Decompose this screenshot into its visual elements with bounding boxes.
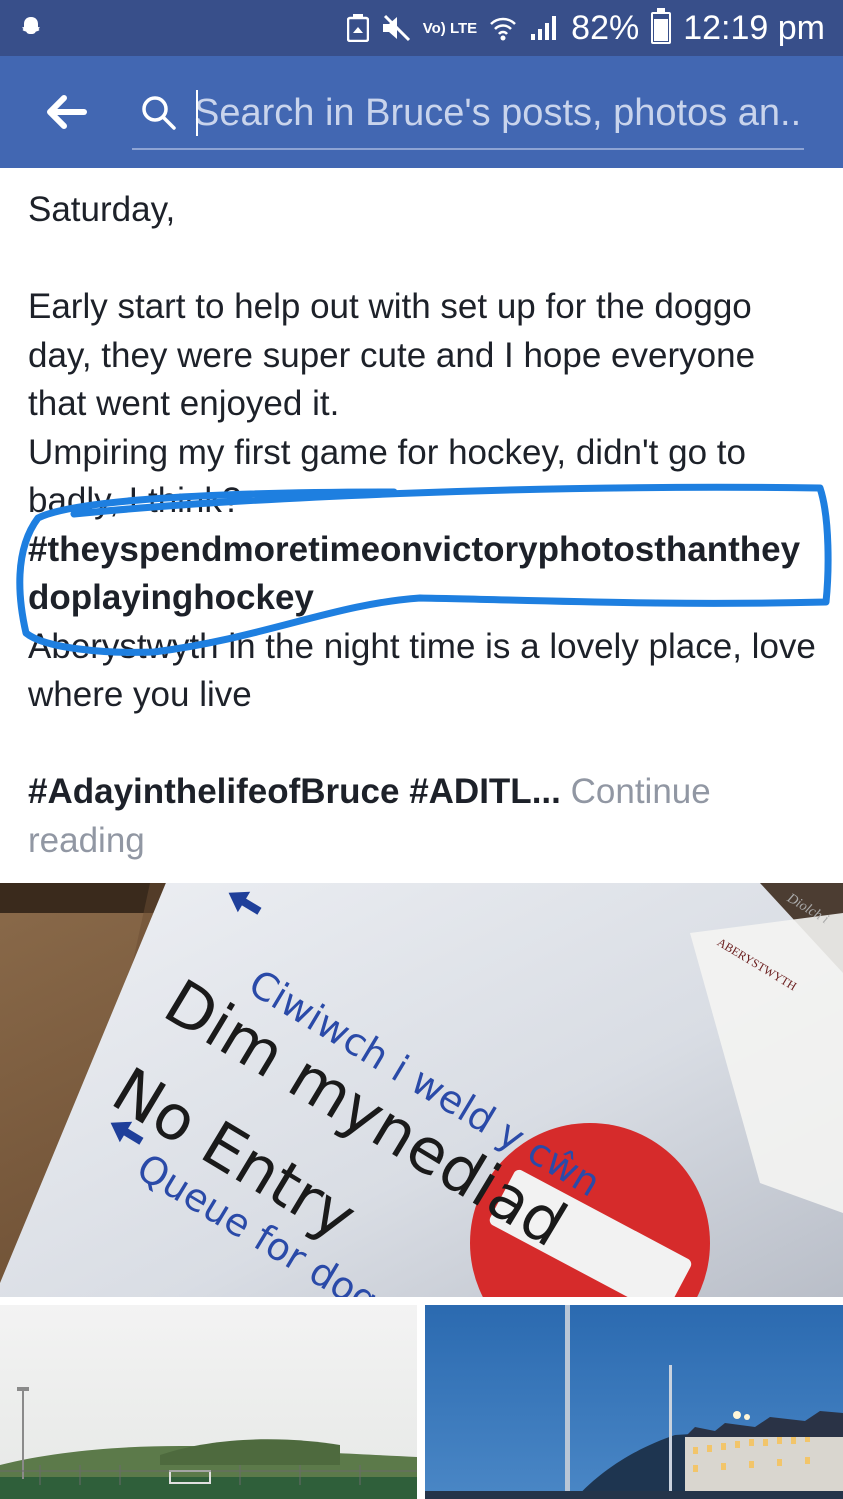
post-day: Saturday,: [28, 190, 176, 229]
post-paragraph-doggo: Early start to help out with set up for …: [28, 287, 756, 423]
arrow-left-icon: [110, 1121, 144, 1145]
seafront-image: [425, 1305, 843, 1499]
mute-icon: [382, 14, 410, 42]
post-paragraph-hockey: Umpiring my first game for hockey, didn'…: [28, 432, 746, 521]
search-input[interactable]: [194, 86, 800, 140]
hashtag-link[interactable]: #theyspendmoretimeonvictoryphotosthanthe…: [28, 526, 818, 623]
search-header: [0, 56, 843, 168]
post-hashtags-line: #AdayinthelifeofBruce #ADITL... Continue…: [28, 768, 818, 865]
signal-icon: [531, 16, 557, 40]
hockey-pitch-image: [0, 1305, 417, 1499]
text-cursor: [196, 90, 198, 136]
clock: 12:19 pm: [683, 9, 825, 47]
photo-hockey-pitch[interactable]: [0, 1305, 417, 1499]
wifi-icon: [490, 17, 517, 41]
post-body: Saturday, Early start to help out with s…: [28, 186, 818, 865]
arrow-left-icon: [228, 891, 262, 915]
search-icon: [142, 96, 176, 130]
volte-icon: Vo) LTE: [422, 19, 478, 37]
post-paragraph-aberystwyth: Aberystwyth in the night time is a lovel…: [28, 626, 816, 715]
search-bar[interactable]: [132, 78, 804, 150]
back-arrow-icon[interactable]: [40, 86, 92, 138]
battery-percent: 82%: [571, 9, 640, 47]
photo-sign[interactable]: Ciwiwch i weld y cŵn Dim mynediad No Ent…: [0, 883, 843, 1297]
battery-icon: [651, 8, 672, 44]
status-bar: Vo) LTE 82% 12:19 pm: [0, 0, 843, 56]
hashtags[interactable]: #AdayinthelifeofBruce #ADITL...: [28, 772, 561, 811]
storage-icon: [346, 14, 369, 42]
snapchat-icon: [22, 17, 40, 34]
photo-aberystwyth-night[interactable]: [425, 1305, 843, 1499]
